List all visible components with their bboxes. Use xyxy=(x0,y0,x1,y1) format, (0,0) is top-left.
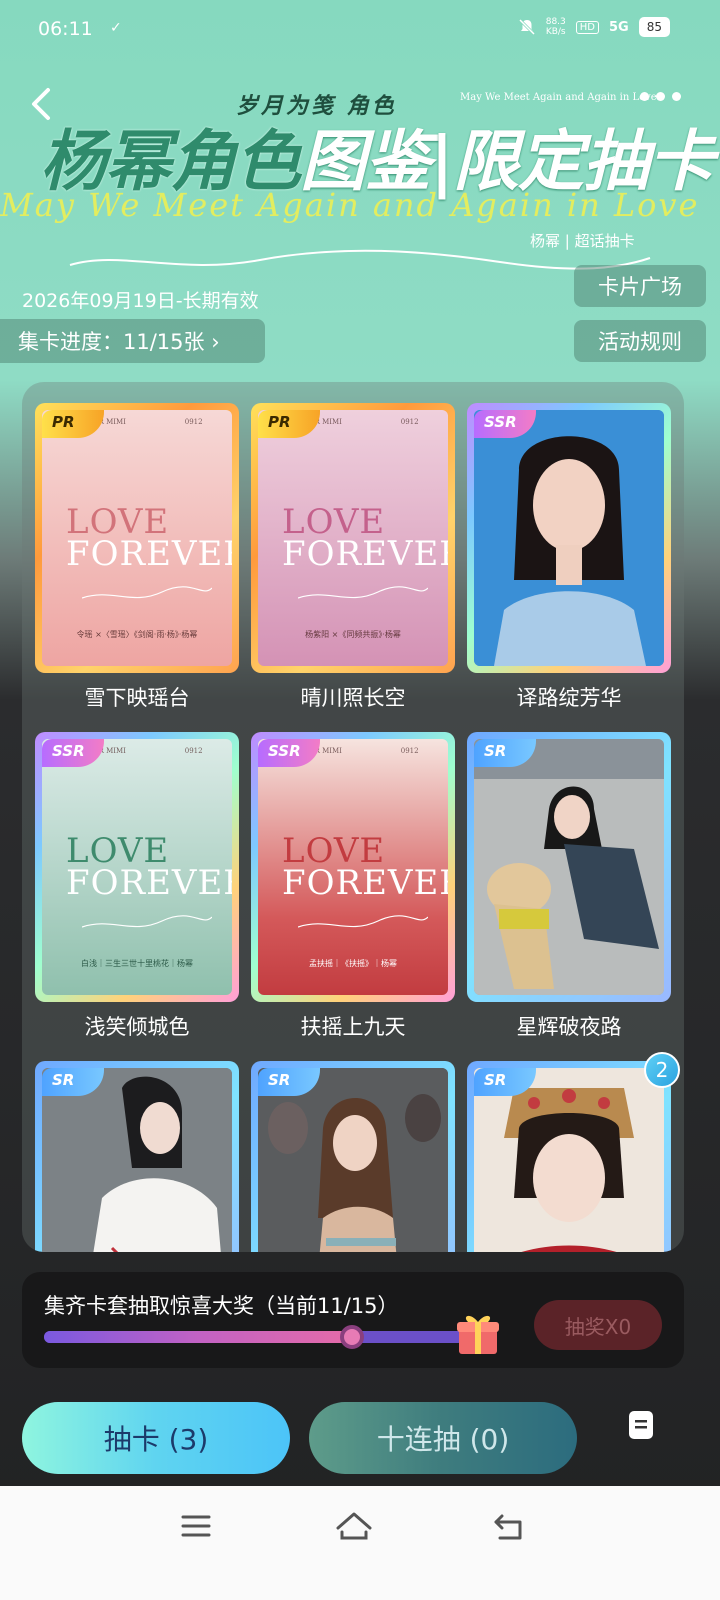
card-face: SR xyxy=(42,1068,232,1252)
card-item[interactable]: PR ALL FOR MIMI0912 LOVEFOREVER 杨紫阳 ×《同频… xyxy=(251,403,455,673)
banner-tag: 杨幂 | 超话抽卡 xyxy=(530,232,635,250)
forever-word: FOREVER xyxy=(66,534,232,574)
photo-with-dog-image xyxy=(474,739,664,995)
poster-love-text: LOVE FOREVER xyxy=(66,834,232,903)
poster-caption: 孟扶摇｜《扶摇》｜杨幂 xyxy=(309,959,397,968)
poster-caption: 杨紫阳 ×《同频共振》·杨幂 xyxy=(305,630,401,639)
forever-word: FOREVER xyxy=(282,863,448,903)
card-item[interactable]: SR xyxy=(467,732,671,1002)
card-name: 雪下映瑶台 xyxy=(84,686,190,710)
card-face: PR ALL FOR MIMI0912 LOVEFOREVER 杨紫阳 ×《同频… xyxy=(258,410,448,666)
poster-flourish xyxy=(82,915,212,928)
network-speed: 88.3 KB/s xyxy=(546,17,566,37)
poster-date: 0912 xyxy=(400,418,419,426)
speed-unit: KB/s xyxy=(545,27,566,37)
reward-draw-button[interactable]: 抽奖X0 xyxy=(534,1300,662,1350)
card-item[interactable]: SSR xyxy=(467,403,671,673)
banner-subtitle-en: May We Meet Again and Again in Love xyxy=(460,92,657,103)
poster-flourish xyxy=(82,586,212,599)
reward-title: 集齐卡套抽取惊喜大奖（当前11/15） xyxy=(44,1294,399,1318)
card-item[interactable]: SR xyxy=(251,1061,455,1252)
card-item[interactable]: SSR ALL FOR MIMI0912 LOVEFOREVER 孟扶摇｜《扶摇… xyxy=(251,732,455,1002)
poster-love-text: LOVE FOREVER xyxy=(66,505,232,574)
card-name: 星辉破夜路 xyxy=(516,1015,622,1039)
card-face: SSR ALL FOR MIMI0912 LOVEFOREVER 孟扶摇｜《扶摇… xyxy=(258,739,448,995)
network-5g: 5G xyxy=(609,19,629,35)
card-item[interactable]: SSR ALL FOR MIMI0912 LOVEFOREVER 白浅｜三生三世… xyxy=(35,732,239,1002)
status-indicators: 88.3 KB/s HD 5G 85 xyxy=(518,17,670,37)
collection-progress-button[interactable]: 集卡进度：11/15张 › xyxy=(0,319,265,363)
more-dot xyxy=(672,92,681,101)
card-face: SSR xyxy=(474,410,664,666)
card-face: SR xyxy=(258,1068,448,1252)
card-item[interactable]: PR ALL FOR MIMI0912 LOVEFOREVER 令瑶 ×〈雪瑶〉… xyxy=(35,403,239,673)
status-time: 06:11 xyxy=(38,18,93,40)
activity-rules-button[interactable]: 活动规则 xyxy=(574,320,706,362)
card-item[interactable]: SR xyxy=(467,1061,671,1252)
rarity-badge: SSR xyxy=(258,739,320,767)
ten-draw-button[interactable]: 十连抽 (0) xyxy=(309,1402,577,1474)
rarity-badge: PR xyxy=(42,410,104,438)
status-check-icon: ✓ xyxy=(110,20,122,36)
card-name: 浅笑倾城色 xyxy=(84,1015,190,1039)
rarity-badge: SSR xyxy=(42,739,104,767)
poster-love-text: LOVE FOREVER xyxy=(282,834,448,903)
card-name: 晴川照长空 xyxy=(300,686,406,710)
poster-caption: 令瑶 ×〈雪瑶〉《剑阁·雨·杨》·杨幂 xyxy=(76,630,198,639)
reward-progress-fill xyxy=(44,1331,352,1343)
battery-indicator: 85 xyxy=(638,17,670,37)
validity-date: 2026年09月19日-长期有效 xyxy=(22,290,259,312)
card-face: SR xyxy=(474,1068,664,1252)
poster-date: 0912 xyxy=(184,418,203,426)
single-draw-button[interactable]: 抽卡 (3) xyxy=(22,1402,290,1474)
rarity-badge: PR xyxy=(258,410,320,438)
nav-home-icon[interactable] xyxy=(334,1508,374,1544)
forever-word: FOREVER xyxy=(282,534,448,574)
card-name: 译路绽芳华 xyxy=(516,686,622,710)
card-face: PR ALL FOR MIMI0912 LOVEFOREVER 令瑶 ×〈雪瑶〉… xyxy=(42,410,232,666)
poster-caption: 白浅｜三生三世十里桃花｜杨幂 xyxy=(81,959,193,968)
nav-back-icon[interactable] xyxy=(490,1508,530,1544)
portrait-image xyxy=(474,410,664,666)
poster-flourish xyxy=(298,586,428,599)
poster-date: 0912 xyxy=(184,747,203,755)
hd-badge: HD xyxy=(575,20,599,34)
card-face: SSR ALL FOR MIMI0912 LOVEFOREVER 白浅｜三生三世… xyxy=(42,739,232,995)
more-dot xyxy=(656,92,665,101)
poster-date: 0912 xyxy=(400,747,419,755)
card-grid: PR ALL FOR MIMI0912 LOVEFOREVER 令瑶 ×〈雪瑶〉… xyxy=(22,382,684,1252)
reward-progress-knob xyxy=(339,1325,364,1349)
speed-value: 88.3 xyxy=(545,17,566,27)
duplicate-count-badge: 2 xyxy=(644,1052,680,1088)
card-plaza-button[interactable]: 卡片广场 xyxy=(574,265,706,307)
banner-script-text: May We Meet Again and Again in Love xyxy=(0,186,700,224)
mute-icon xyxy=(518,18,535,36)
poster-love-text: LOVE FOREVER xyxy=(282,505,448,574)
notes-icon[interactable] xyxy=(628,1410,654,1440)
nav-menu-icon[interactable] xyxy=(176,1508,216,1544)
forever-word: FOREVER xyxy=(66,863,232,903)
poster-flourish xyxy=(298,915,428,928)
card-item[interactable]: SR xyxy=(35,1061,239,1252)
gift-icon xyxy=(457,1315,499,1354)
card-name: 扶摇上九天 xyxy=(300,1015,406,1039)
card-face: SR xyxy=(474,739,664,995)
